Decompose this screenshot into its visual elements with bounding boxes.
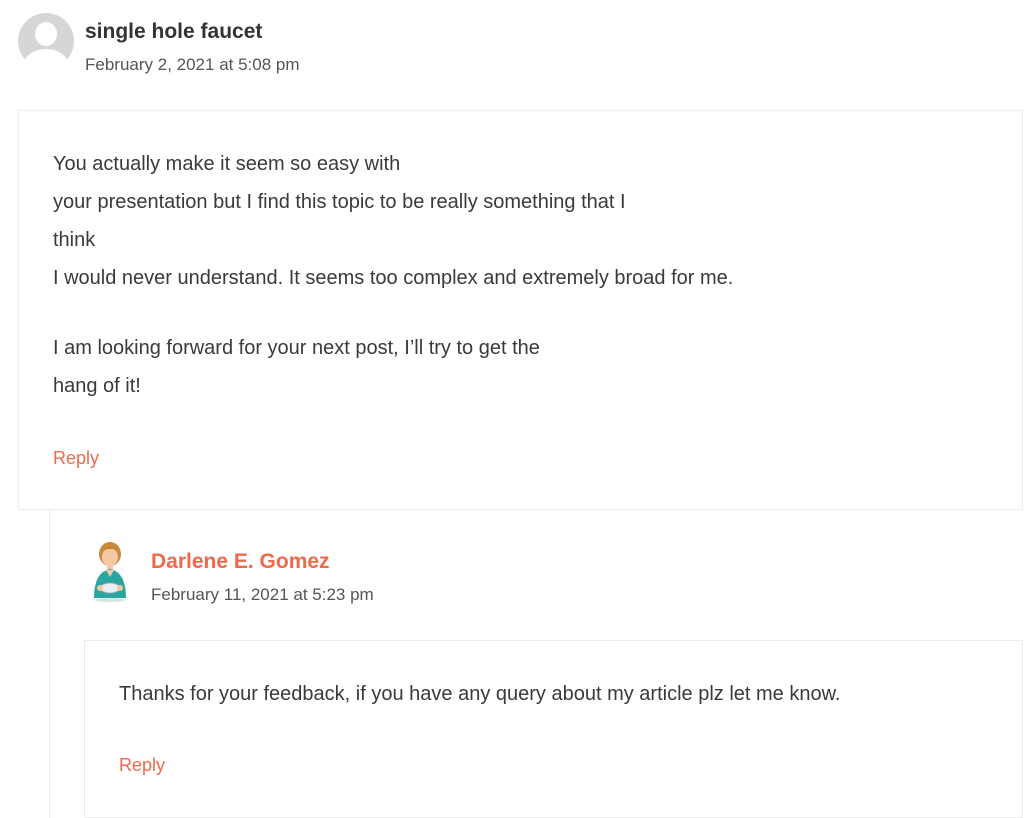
comment-body-box: You actually make it seem so easy with y…: [18, 110, 1023, 510]
comment-line: I would never understand. It seems too c…: [53, 267, 734, 289]
comment-line: hang of it!: [53, 375, 141, 397]
comment-body-box: Thanks for your feedback, if you have an…: [84, 640, 1023, 818]
comment-author[interactable]: Darlene E. Gomez: [151, 549, 330, 575]
comment-line: Thanks for your feedback, if you have an…: [119, 683, 841, 705]
comment-date[interactable]: February 2, 2021 at 5:08 pm: [85, 54, 300, 76]
comment-date[interactable]: February 11, 2021 at 5:23 pm: [151, 584, 374, 606]
thread-indent-line: [49, 510, 50, 818]
comment-line: I am looking forward for your next post,…: [53, 337, 540, 359]
reply-link[interactable]: Reply: [119, 754, 165, 776]
comment-text: You actually make it seem so easy with y…: [53, 145, 733, 405]
author-avatar-icon: [94, 542, 126, 602]
comment-author[interactable]: single hole faucet: [85, 19, 262, 45]
comment-line: You actually make it seem so easy with: [53, 153, 401, 175]
reply-link[interactable]: Reply: [53, 447, 99, 469]
commenter-avatar-icon: [18, 13, 74, 69]
comment-text: Thanks for your feedback, if you have an…: [119, 675, 840, 713]
comment-blank-line: [53, 297, 733, 329]
comment-line: think: [53, 229, 96, 251]
comment-line: your presentation but I find this topic …: [53, 191, 626, 213]
